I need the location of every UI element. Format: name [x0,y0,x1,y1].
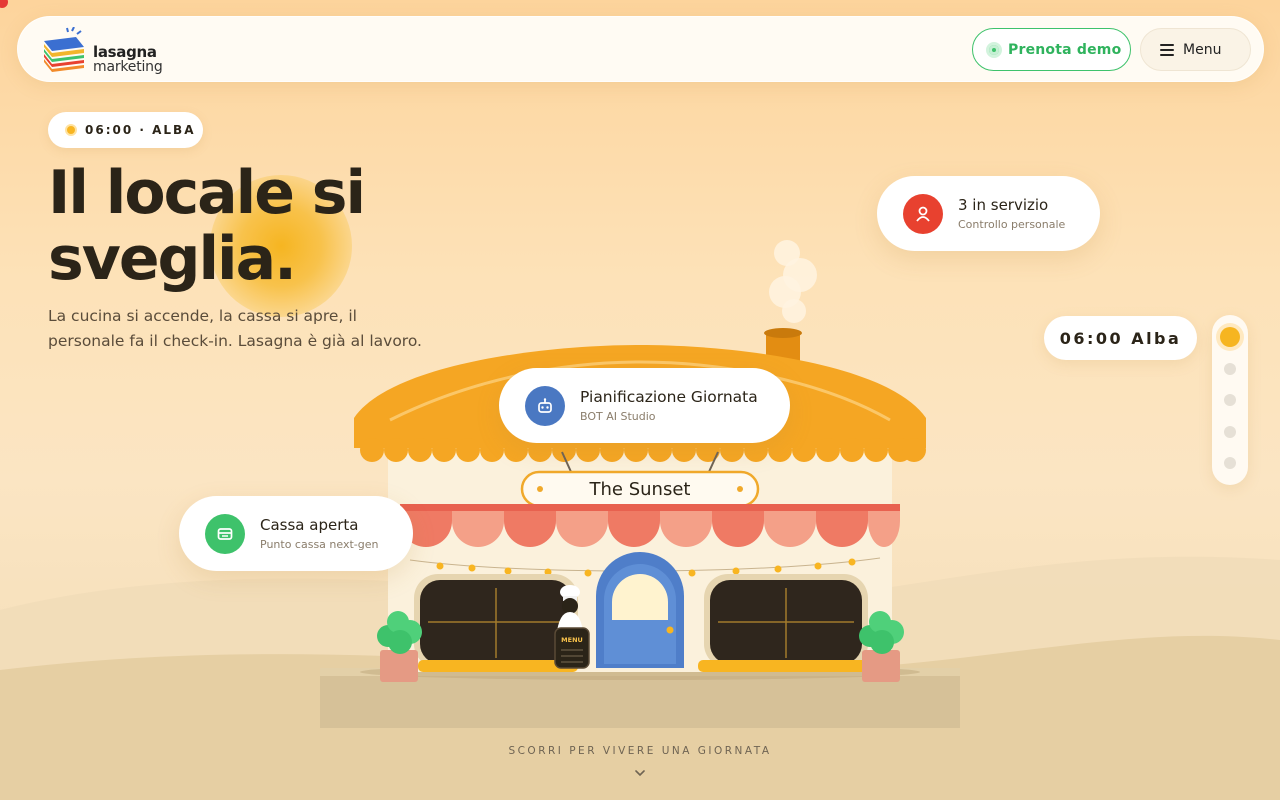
cash-open-subtitle: Punto cassa next-gen [260,537,379,551]
logo[interactable]: lasagna marketing [42,27,172,75]
day-planning-subtitle: BOT AI Studio [580,409,656,423]
shop-sign: The Sunset [589,478,691,500]
lasagna-logo-icon [44,27,84,72]
top-navbar: lasagna marketing Prenota demo Menu [17,16,1264,82]
cash-register-icon [205,513,245,554]
clock-pill: 06:00 Alba [1044,316,1197,360]
book-demo-button[interactable]: Prenota demo [972,28,1131,71]
staff-card-title: 3 in servizio [958,195,1049,214]
day-planning-title: Pianificazione Giornata [580,387,758,406]
status-dot-icon [986,41,1002,58]
hamburger-icon [1160,43,1174,56]
staff-card[interactable]: 3 in servizio Controllo personale [877,176,1100,251]
cash-open-card[interactable]: Cassa aperta Punto cassa next-gen [179,496,413,571]
timeline-step-5[interactable] [1224,457,1236,469]
chevron-down-icon[interactable] [633,768,647,778]
timeline-step-3[interactable] [1224,394,1236,406]
person-icon [903,193,943,234]
menu-board-label: MENU [561,636,583,644]
scroll-hint: SCORRI PER VIVERE UNA GIORNATA [508,745,772,757]
sun-icon [65,124,77,136]
clock-label: 06:00 Alba [1059,328,1182,348]
day-timeline [1212,315,1248,485]
hero-subtitle: La cucina si accende, la cassa si apre, … [48,307,422,350]
hero-title: Il locale si sveglia. [48,158,366,294]
timeline-step-1[interactable] [1220,327,1240,347]
menu-button[interactable]: Menu [1140,28,1251,71]
book-demo-label: Prenota demo [1008,41,1122,58]
timeline-step-2[interactable] [1224,363,1236,375]
menu-label: Menu [1183,41,1222,58]
time-of-day-pill: 06:00 · ALBA [48,112,203,148]
robot-icon [525,385,565,426]
staff-card-subtitle: Controllo personale [958,217,1066,231]
timeline-step-4[interactable] [1224,426,1236,438]
cash-open-title: Cassa aperta [260,515,359,534]
logo-text-marketing: marketing [93,59,163,75]
day-planning-card[interactable]: Pianificazione Giornata BOT AI Studio [499,368,790,443]
time-of-day-label: 06:00 · ALBA [85,123,196,137]
logo-text-lasagna: lasagna [93,43,157,61]
